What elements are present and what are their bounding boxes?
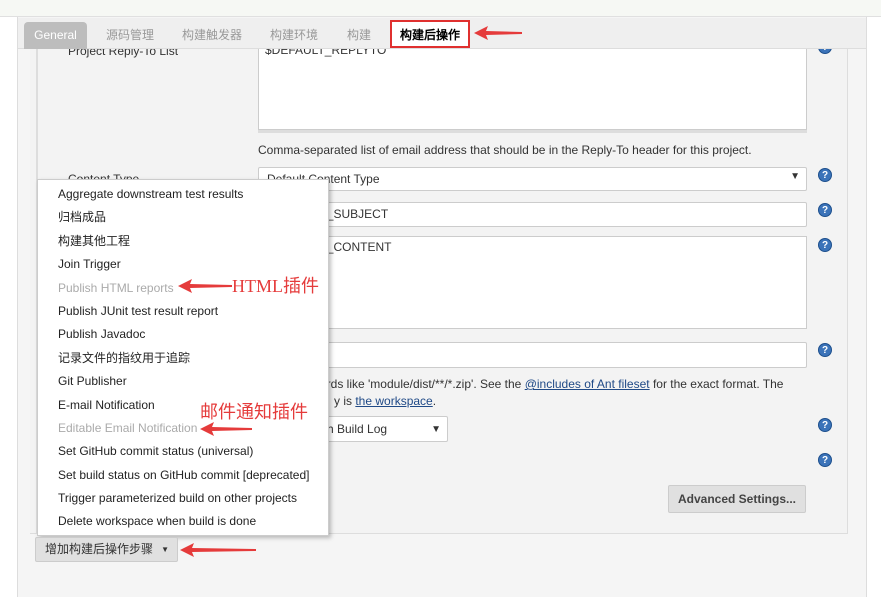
- tab-build-env[interactable]: 构建环境: [262, 22, 326, 49]
- tab-triggers[interactable]: 构建触发器: [174, 22, 250, 49]
- attachments-help-text: cards like 'module/dist/**/*.zip'. See t…: [314, 377, 783, 391]
- tab-scm[interactable]: 源码管理: [98, 22, 162, 49]
- menu-item[interactable]: 构建其他工程: [38, 230, 328, 253]
- arrow-annotation-tab: [474, 26, 522, 40]
- menu-item[interactable]: Git Publisher: [38, 370, 328, 393]
- dropdown-arrow-icon: ▼: [790, 171, 800, 182]
- help-icon[interactable]: ?: [818, 453, 832, 467]
- help-icon[interactable]: ?: [818, 343, 832, 357]
- subject-input[interactable]: $DEFAULT_SUBJECT: [258, 202, 807, 227]
- menu-item[interactable]: 记录文件的指纹用于追踪: [38, 347, 328, 370]
- workspace-link[interactable]: the workspace: [355, 394, 432, 408]
- menu-item[interactable]: Set GitHub commit status (universal): [38, 440, 328, 463]
- attachments-input[interactable]: [258, 342, 807, 368]
- build-log-value: h Build Log: [327, 422, 388, 436]
- content-textarea[interactable]: $DEFAULT_CONTENT: [258, 236, 807, 329]
- menu-item[interactable]: Aggregate downstream test results: [38, 183, 328, 206]
- add-post-build-step-button[interactable]: 增加构建后操作步骤 ▼: [35, 537, 178, 562]
- caret-down-icon: ▼: [161, 545, 169, 554]
- arrow-annotation-email: [200, 422, 252, 436]
- menu-item[interactable]: Trigger parameterized build on other pro…: [38, 487, 328, 510]
- tab-general[interactable]: General: [24, 22, 87, 49]
- arrow-annotation-html: [178, 279, 232, 293]
- reply-to-help-text: Comma-separated list of email address th…: [258, 143, 752, 157]
- help-text: for the exact format. The: [649, 377, 784, 391]
- annotation-email-plugin: 邮件通知插件: [200, 402, 308, 422]
- annotation-html-plugin: HTML插件: [232, 276, 319, 296]
- resize-handle[interactable]: [258, 130, 807, 133]
- dropdown-arrow-icon: ▼: [431, 424, 441, 435]
- menu-item[interactable]: Publish JUnit test result report: [38, 300, 328, 323]
- arrow-annotation-add: [180, 543, 256, 557]
- help-text: y is: [334, 394, 356, 408]
- help-icon[interactable]: ?: [818, 203, 832, 217]
- reply-to-textarea[interactable]: $DEFAULT_REPLYTO: [258, 49, 807, 130]
- help-text: cards like 'module/dist/**/*.zip'. See t…: [314, 377, 525, 391]
- ant-fileset-link[interactable]: @includes of Ant fileset: [525, 377, 650, 391]
- tab-post-build[interactable]: 构建后操作: [390, 20, 471, 48]
- tab-build[interactable]: 构建: [339, 22, 379, 49]
- help-icon[interactable]: ?: [818, 238, 832, 252]
- help-text: .: [432, 394, 437, 408]
- menu-item[interactable]: Publish Javadoc: [38, 323, 328, 346]
- top-bar: [0, 0, 881, 17]
- help-icon[interactable]: ?: [818, 168, 832, 182]
- add-post-build-menu: Aggregate downstream test results 归档成品 构…: [37, 179, 329, 536]
- menu-item[interactable]: 归档成品: [38, 206, 328, 229]
- attachments-help-text-2: y is the workspace.: [334, 394, 436, 408]
- content-type-select[interactable]: Default Content Type▼: [258, 167, 807, 191]
- menu-item[interactable]: Delete workspace when build is done: [38, 510, 328, 533]
- advanced-settings-button[interactable]: Advanced Settings...: [668, 485, 806, 513]
- button-label: 增加构建后操作步骤: [45, 542, 154, 556]
- menu-item[interactable]: Set build status on GitHub commit [depre…: [38, 464, 328, 487]
- help-icon[interactable]: ?: [818, 418, 832, 432]
